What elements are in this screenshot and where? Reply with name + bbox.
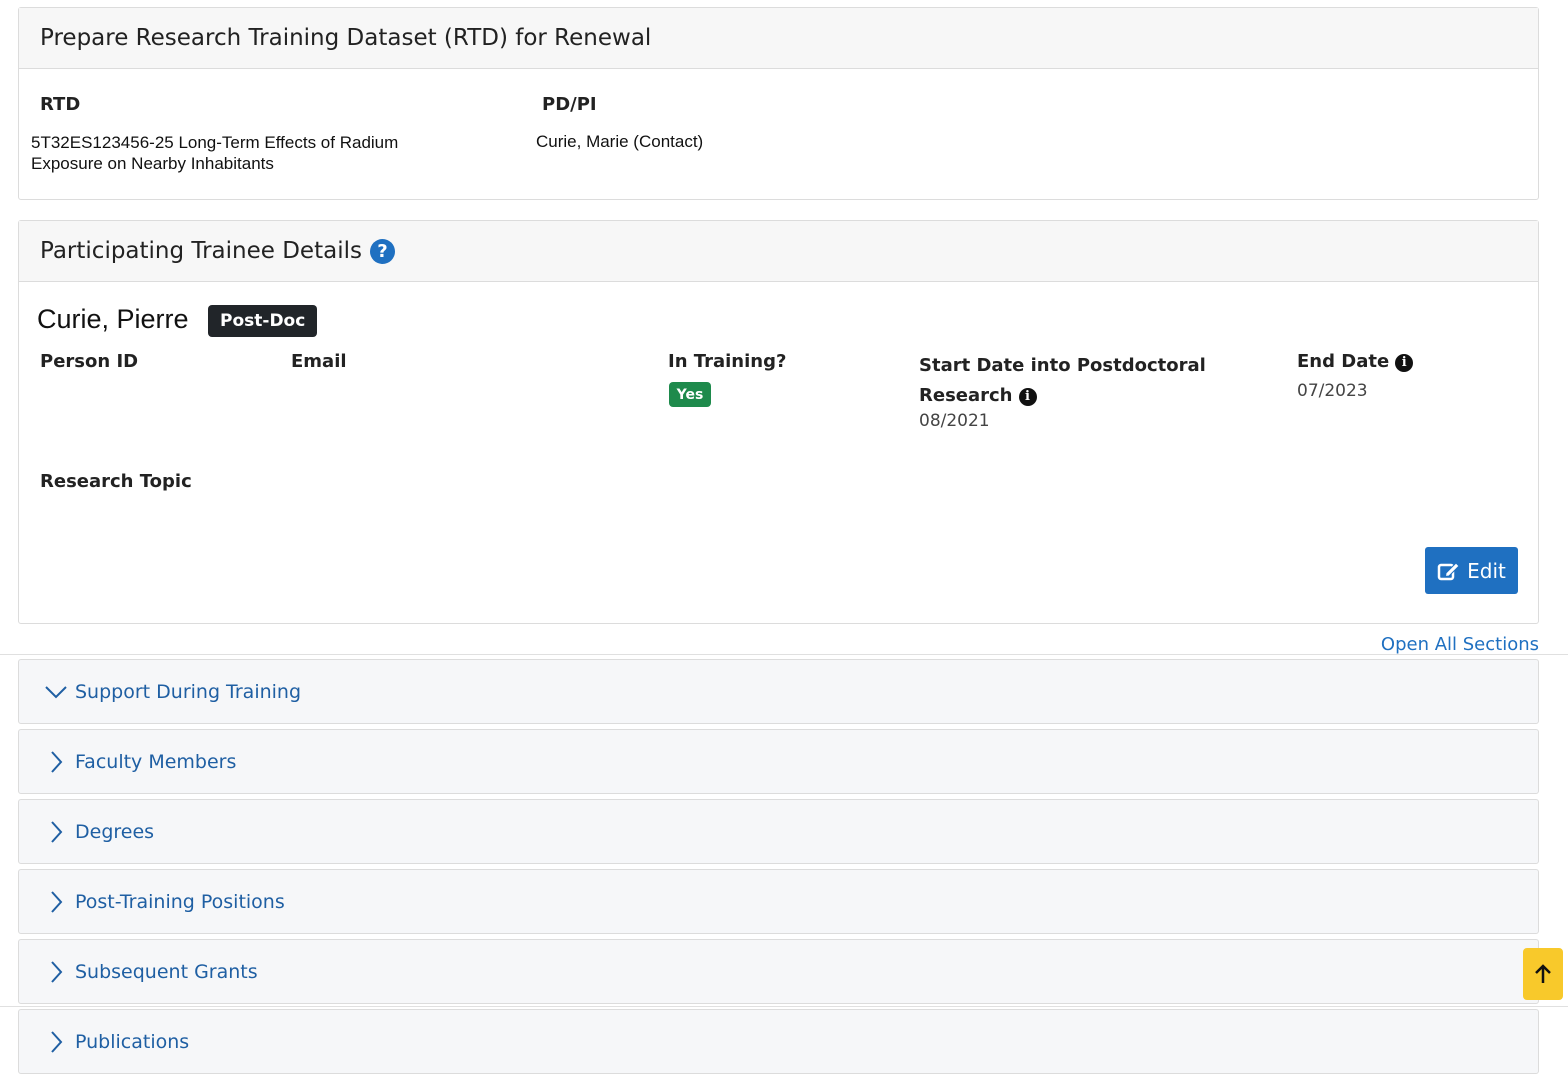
rtd-card-title: Prepare Research Training Dataset (RTD) …	[40, 25, 652, 51]
section-publications[interactable]: Publications	[18, 1009, 1539, 1074]
chevron-right-icon	[45, 960, 67, 983]
chevron-right-icon	[45, 750, 67, 773]
divider	[0, 1006, 1568, 1007]
divider	[0, 654, 1568, 655]
arrow-up-icon	[1535, 964, 1551, 983]
rtd-label: RTD	[40, 94, 81, 115]
section-label: Degrees	[75, 820, 155, 843]
edit-button-label: Edit	[1467, 558, 1506, 583]
end-date-label: End Date i	[1297, 351, 1414, 372]
chevron-right-icon	[45, 890, 67, 913]
rtd-card-header: Prepare Research Training Dataset (RTD) …	[19, 8, 1538, 69]
start-date-value: 08/2021	[919, 411, 990, 431]
start-date-label-line2: Research	[919, 385, 1013, 406]
section-label: Subsequent Grants	[75, 960, 258, 983]
chevron-down-icon	[45, 685, 67, 699]
rtd-value-line2: Exposure on Nearby Inhabitants	[31, 154, 274, 173]
email-label: Email	[291, 351, 347, 372]
question-circle-icon[interactable]: ?	[369, 238, 395, 264]
start-date-label: Start Date into Postdoctoral Research i	[919, 351, 1206, 411]
pdpi-label: PD/PI	[542, 94, 597, 115]
trainee-card-header: Participating Trainee Details ?	[19, 221, 1538, 282]
section-label: Post-Training Positions	[75, 890, 285, 913]
info-icon[interactable]: i	[1018, 388, 1037, 406]
edit-button[interactable]: Edit	[1425, 547, 1518, 594]
rtd-card: Prepare Research Training Dataset (RTD) …	[18, 7, 1539, 200]
section-degrees[interactable]: Degrees	[18, 799, 1539, 864]
trainee-card-title: Participating Trainee Details	[40, 238, 362, 264]
end-date-label-text: End Date	[1297, 351, 1390, 372]
trainee-type-badge: Post-Doc	[208, 305, 318, 337]
scroll-to-top-button[interactable]	[1523, 948, 1563, 1000]
trainee-card: Participating Trainee Details ? Curie, P…	[18, 220, 1539, 624]
rtd-value: 5T32ES123456-25 Long-Term Effects of Rad…	[31, 132, 398, 174]
in-training-label: In Training?	[668, 351, 787, 372]
section-label: Faculty Members	[75, 750, 237, 773]
in-training-badge: Yes	[669, 382, 711, 407]
section-post-training-positions[interactable]: Post-Training Positions	[18, 869, 1539, 934]
person-id-label: Person ID	[40, 351, 139, 372]
end-date-value: 07/2023	[1297, 381, 1368, 401]
section-label: Support During Training	[75, 680, 302, 703]
chevron-right-icon	[45, 820, 67, 843]
section-label: Publications	[75, 1030, 190, 1053]
rtd-value-line1: 5T32ES123456-25 Long-Term Effects of Rad…	[31, 133, 399, 152]
start-date-label-line1: Start Date into Postdoctoral	[919, 355, 1206, 376]
trainee-name: Curie, Pierre	[37, 304, 189, 334]
chevron-right-icon	[45, 1030, 67, 1053]
section-support-during-training[interactable]: Support During Training	[18, 659, 1539, 724]
section-faculty-members[interactable]: Faculty Members	[18, 729, 1539, 794]
research-topic-label: Research Topic	[40, 471, 192, 492]
open-all-sections-link[interactable]: Open All Sections	[1381, 634, 1539, 655]
info-icon[interactable]: i	[1395, 353, 1414, 372]
edit-icon	[1437, 561, 1460, 580]
section-subsequent-grants[interactable]: Subsequent Grants	[18, 939, 1539, 1004]
pdpi-value: Curie, Marie (Contact)	[536, 132, 704, 151]
